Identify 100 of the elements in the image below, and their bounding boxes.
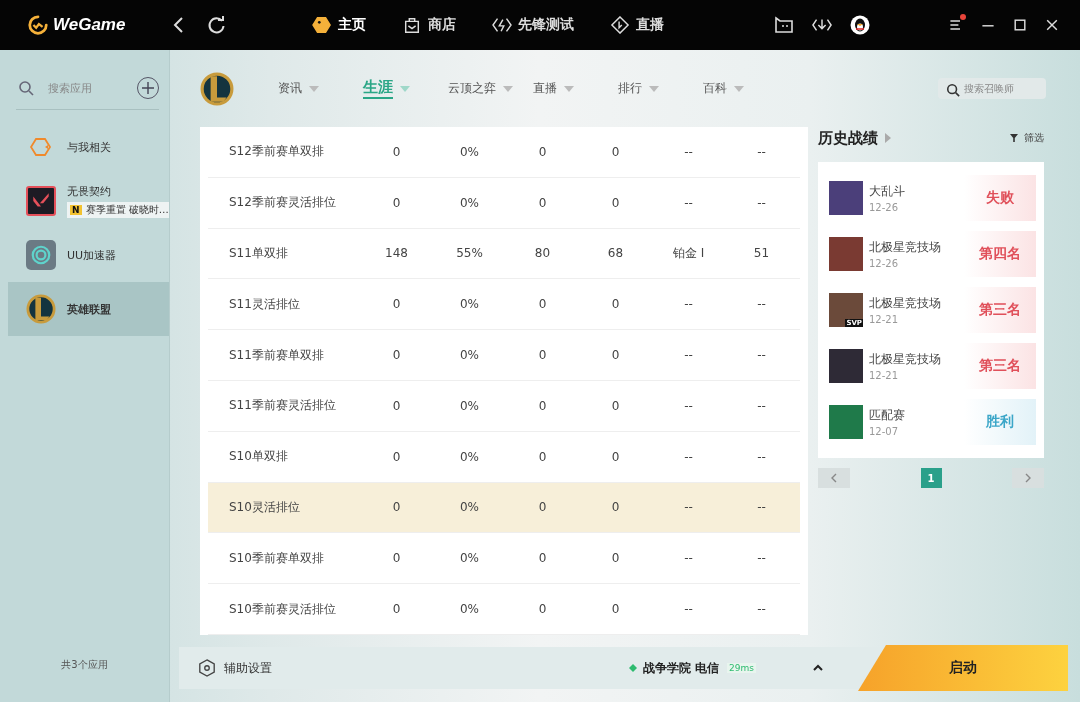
sidebar-item[interactable]: UU加速器 bbox=[8, 228, 169, 282]
table-cell-text: 0 bbox=[610, 144, 621, 159]
chevron-left-icon bbox=[829, 473, 839, 483]
server-status-icon bbox=[628, 663, 637, 673]
match-mode: 北极星竞技场 bbox=[869, 351, 942, 368]
caret-down-icon bbox=[649, 85, 659, 92]
sub-nav-tab[interactable]: 百科 bbox=[703, 73, 788, 104]
table-cell-text: 0% bbox=[458, 195, 480, 210]
table-cell-text: 80 bbox=[533, 246, 552, 261]
table-cell-text: 0 bbox=[610, 449, 621, 464]
chat-icon[interactable] bbox=[774, 15, 794, 35]
sidebar-item[interactable]: 英雄联盟 bbox=[8, 282, 169, 336]
table-cell-text: 0 bbox=[610, 602, 621, 617]
app-search-field[interactable]: 搜索应用 bbox=[48, 81, 118, 95]
table-cell-text: -- bbox=[683, 602, 694, 617]
table-cell-text: 0 bbox=[610, 195, 621, 210]
table-cell-text: 0 bbox=[537, 602, 548, 617]
table-cell-text: -- bbox=[756, 551, 767, 566]
match-mode: 大乱斗 bbox=[869, 183, 906, 200]
ping-label: 29ms bbox=[727, 663, 756, 673]
app-logo-text: WeGame bbox=[53, 15, 126, 35]
table-cell-text: 0% bbox=[458, 602, 480, 617]
sidebar-item[interactable]: 无畏契约 N 赛季重置 破晓时… bbox=[8, 174, 169, 228]
table-cell-text: S10季前赛单双排 bbox=[228, 549, 325, 567]
launch-button[interactable]: 启动 bbox=[858, 645, 1068, 691]
table-cell-text: S12季前赛灵活排位 bbox=[228, 194, 337, 212]
notice-banner[interactable]: N 赛季重置 破晓时… bbox=[67, 202, 169, 218]
top-nav-tab[interactable]: 商店 bbox=[402, 16, 456, 34]
table-cell-text: S11季前赛单双排 bbox=[228, 346, 325, 364]
filter-icon bbox=[1010, 133, 1018, 143]
table-cell-text: 0 bbox=[391, 398, 402, 413]
plus-icon bbox=[142, 82, 154, 94]
table-cell-text: 0 bbox=[391, 449, 402, 464]
table-cell-text: 0% bbox=[458, 144, 480, 159]
table-cell-text: -- bbox=[683, 348, 694, 363]
table-cell-text: -- bbox=[756, 500, 767, 515]
table-cell-text: 0 bbox=[537, 144, 548, 159]
table-cell-text: 0 bbox=[537, 398, 548, 413]
match-mode: 北极星竞技场 bbox=[869, 295, 942, 312]
maximize-icon[interactable] bbox=[1012, 17, 1028, 33]
match-date: 12-26 bbox=[869, 202, 900, 213]
close-icon[interactable] bbox=[1044, 17, 1060, 33]
league-logo-icon[interactable] bbox=[200, 70, 234, 107]
highlighted-row[interactable]: S10灵活排位 0 0% 0 0 -- -- bbox=[208, 482, 800, 534]
table-cell-text: 0 bbox=[537, 449, 548, 464]
table-cell-text: 0 bbox=[610, 500, 621, 515]
table-cell-text: 0 bbox=[391, 297, 402, 312]
top-nav-tab[interactable]: 直播 bbox=[610, 16, 664, 34]
summoner-search-field[interactable]: 搜索召唤师 bbox=[938, 78, 1046, 99]
table-cell-text: 0 bbox=[391, 348, 402, 363]
table-cell-text: -- bbox=[756, 602, 767, 617]
penguin-avatar-icon[interactable] bbox=[850, 15, 870, 35]
search-icon bbox=[18, 80, 34, 96]
table-cell-text: -- bbox=[683, 500, 694, 515]
notice-text: 赛季重置 破晓时… bbox=[85, 203, 169, 217]
champion-portrait-placeholder bbox=[829, 181, 863, 215]
match-mode: 匹配赛 bbox=[869, 407, 906, 424]
table-cell-text: S11单双排 bbox=[228, 245, 289, 262]
shopping-bag-icon bbox=[402, 16, 422, 34]
table-cell-text: 铂金 Ⅰ bbox=[671, 245, 706, 262]
table-cell-text: 0 bbox=[610, 348, 621, 363]
table-cell-text: 0 bbox=[391, 144, 402, 159]
table-cell-text: 0 bbox=[537, 551, 548, 566]
history-title: 历史战绩 bbox=[818, 128, 878, 148]
notification-dot bbox=[960, 14, 966, 20]
table-cell-text: 0 bbox=[391, 500, 402, 515]
table-cell-text: S11季前赛灵活排位 bbox=[228, 397, 337, 415]
sub-nav-tab[interactable]: 排行 bbox=[618, 73, 703, 104]
table-cell-text: -- bbox=[683, 144, 694, 159]
table-cell-text: 0% bbox=[458, 449, 480, 464]
refresh-icon[interactable] bbox=[207, 15, 227, 35]
table-cell-text: -- bbox=[756, 195, 767, 210]
table-cell-text: S10季前赛灵活排位 bbox=[228, 600, 337, 618]
top-nav-tab[interactable]: 先锋测试 bbox=[492, 16, 574, 34]
top-nav-tab[interactable]: 主页 bbox=[312, 16, 366, 34]
table-cell-text: S10单双排 bbox=[228, 448, 289, 466]
sub-nav-tab[interactable]: 云顶之弈 bbox=[448, 73, 533, 104]
filter-button[interactable]: 筛选 bbox=[1024, 131, 1044, 145]
match-date: 12-21 bbox=[869, 370, 900, 381]
table-cell-text: 68 bbox=[606, 246, 625, 261]
server-name[interactable]: 战争学院 电信 bbox=[642, 659, 720, 677]
table-cell-text: -- bbox=[683, 449, 694, 464]
table-cell-text: 0% bbox=[458, 297, 480, 312]
table-cell-text: 0 bbox=[537, 348, 548, 363]
sub-nav-tab[interactable]: 直播 bbox=[533, 73, 618, 104]
chevron-up-icon bbox=[813, 663, 823, 673]
table-cell-text: S12季前赛单双排 bbox=[228, 143, 325, 161]
champion-portrait-placeholder bbox=[829, 237, 863, 271]
table-cell-text: -- bbox=[756, 398, 767, 413]
chevron-right-icon bbox=[1023, 473, 1033, 483]
sidebar-item[interactable]: 与我相关 bbox=[8, 120, 169, 174]
assist-settings-button[interactable]: 辅助设置 bbox=[224, 659, 272, 677]
caret-down-icon bbox=[309, 85, 319, 92]
table-cell-text: -- bbox=[683, 195, 694, 210]
caret-down-icon bbox=[734, 85, 744, 92]
table-cell-text: 0 bbox=[537, 297, 548, 312]
match-date: 12-26 bbox=[869, 258, 900, 269]
sub-nav-tab[interactable]: 资讯 bbox=[278, 73, 363, 104]
table-cell-text: 0 bbox=[391, 602, 402, 617]
table-cell-text: -- bbox=[756, 449, 767, 464]
